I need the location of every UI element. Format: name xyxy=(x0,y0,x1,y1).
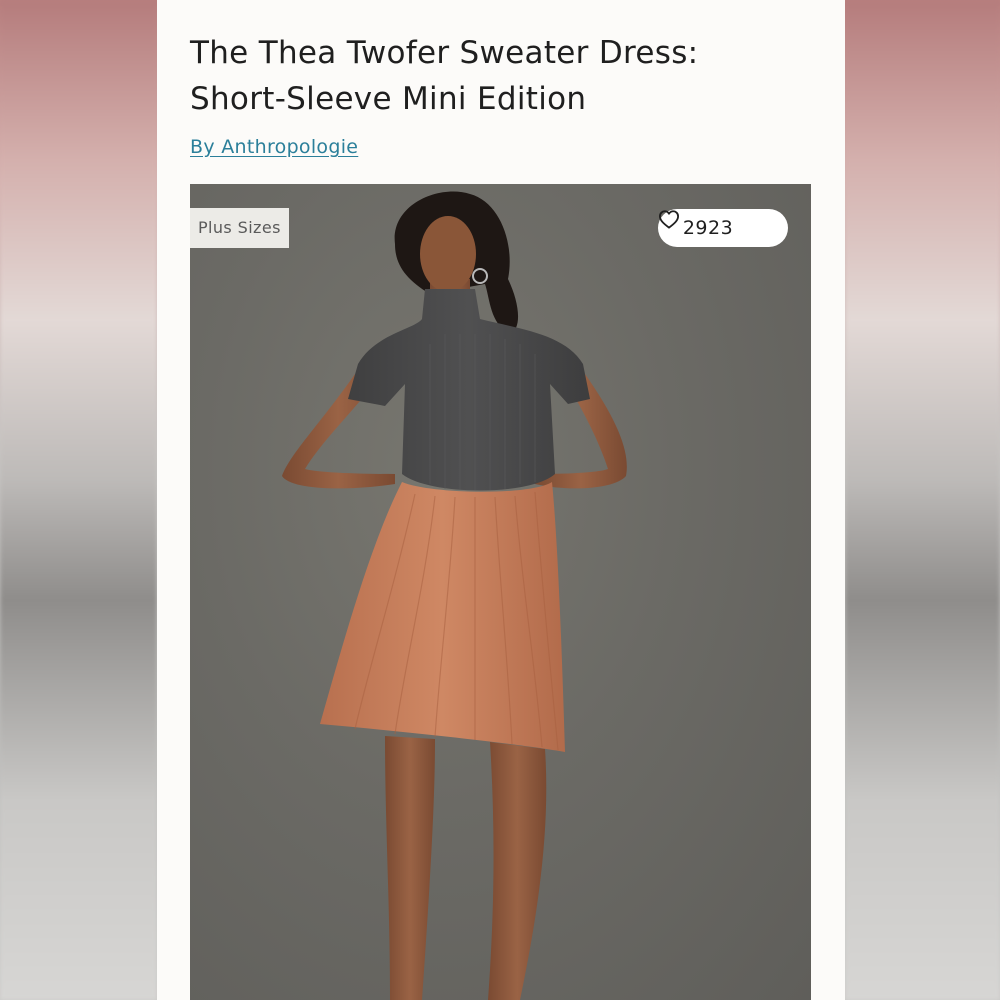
product-title-line-1: The Thea Twofer Sweater Dress: xyxy=(190,35,699,71)
favorite-button[interactable]: 2923 xyxy=(658,209,788,247)
favorite-count: 2923 xyxy=(682,217,734,239)
blurred-side-right xyxy=(845,0,1000,1000)
product-title: The Thea Twofer Sweater Dress: Short-Sle… xyxy=(190,30,830,122)
product-title-line-2: Short-Sleeve Mini Edition xyxy=(190,81,587,117)
product-card: The Thea Twofer Sweater Dress: Short-Sle… xyxy=(157,0,845,1000)
blurred-side-left xyxy=(0,0,157,1000)
model-illustration xyxy=(282,191,627,1000)
product-photo[interactable]: Plus Sizes 2923 xyxy=(190,184,811,1000)
plus-sizes-badge: Plus Sizes xyxy=(190,208,289,248)
brand-link[interactable]: By Anthropologie xyxy=(190,136,358,158)
heart-outline-icon xyxy=(659,210,763,238)
